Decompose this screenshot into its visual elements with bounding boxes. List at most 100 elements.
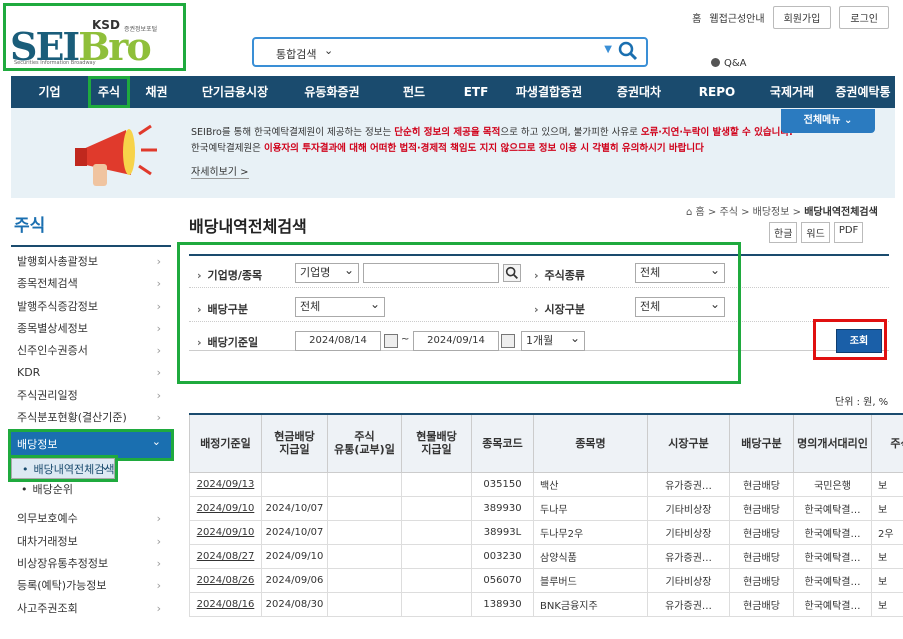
home-icon[interactable]: ⌂ (686, 207, 692, 218)
table-cell[interactable]: 2024/08/26 (189, 567, 262, 593)
sidebar-item[interactable]: 발행주식증감정보 (11, 296, 171, 318)
nav-item-lending[interactable]: 증권대차 (597, 76, 681, 108)
sidebar-menu: 발행회사총괄정보 종목전체검색 발행주식증감정보 종목별상세정보 신주인수권증서… (7, 251, 174, 620)
col-header[interactable]: 현물배당 지급일 (401, 413, 472, 473)
sidebar-item[interactable]: 종목별상세정보 (11, 318, 171, 340)
table-row[interactable]: 2024/09/13 035150 백산 유가증권… 현금배당 국민은행 보 (189, 471, 903, 497)
search-icon[interactable] (618, 41, 638, 61)
table-cell: 035150 (471, 471, 534, 497)
col-header[interactable]: 주식 유통(교부)일 (327, 413, 402, 473)
table-cell: 보 (871, 495, 903, 521)
col-header[interactable]: 시장구분 (647, 413, 730, 473)
table-cell: 003230 (471, 543, 534, 569)
sidebar-item[interactable]: 의무보호예수 (11, 508, 171, 530)
nav-item-derivatives[interactable]: 파생결합증권 (501, 76, 597, 108)
word-export-button[interactable]: 워드 (801, 222, 830, 243)
table-row[interactable]: 2024/08/27 2024/09/10 003230 삼양식품 유가증권… 현금배당 한… (189, 543, 903, 569)
table-cell: 2024/10/07 (261, 519, 328, 545)
table-cell: 38993L (471, 519, 534, 545)
table-cell[interactable]: 2024/09/13 (189, 471, 262, 497)
nav-item-fund[interactable]: 펀드 (377, 76, 451, 108)
all-menu-button[interactable]: 전체메뉴 ⌄ (781, 109, 875, 133)
qna-link[interactable]: Q&A (711, 58, 747, 69)
search-category[interactable]: 통합검색 (276, 46, 316, 62)
table-cell: 현금배당 (729, 471, 794, 497)
sidebar-item[interactable]: 발행회사총괄정보 (11, 251, 171, 273)
home-link[interactable]: 홈 (692, 10, 701, 25)
sidebar-item[interactable]: 종목전체검색 (11, 273, 171, 295)
col-header[interactable]: 현금배당 지급일 (261, 413, 328, 473)
page-title: 배당내역전체검색 (189, 217, 307, 236)
dropdown-arrow-icon[interactable]: ▼ (604, 44, 612, 55)
table-cell[interactable]: 2024/09/10 (189, 495, 262, 521)
sidebar-item[interactable]: 등록(예탁)가능정보 (11, 575, 171, 597)
table-cell: 한국예탁결… (793, 567, 872, 593)
table-cell: 보 (871, 567, 903, 593)
sidebar-subitem-all-search[interactable]: 배당내역전체검색 (7, 455, 119, 483)
table-row[interactable]: 2024/08/26 2024/09/06 056070 블루버드 기타비상장 현금배당 한… (189, 567, 903, 593)
sidebar-item[interactable]: 주식권리일정 (11, 385, 171, 407)
table-cell (327, 567, 402, 593)
search-bar[interactable]: 통합검색 ⌄ ▼ (252, 37, 648, 67)
table-cell: 2024/08/30 (261, 591, 328, 617)
login-button[interactable]: 로그인 (839, 6, 889, 29)
nav-item-securitization[interactable]: 유동화증권 (287, 76, 377, 108)
sidebar-item[interactable]: 비상장유통추정정보 (11, 553, 171, 575)
table-cell: 현금배당 (729, 519, 794, 545)
top-links: 홈 웹접근성안내 회원가입 로그인 (692, 6, 889, 29)
col-header[interactable]: 종목코드 (471, 413, 534, 473)
table-cell[interactable]: 2024/09/10 (189, 519, 262, 545)
sidebar-item[interactable]: 주식분포현황(결산기준) (11, 407, 171, 429)
notice-line-2: 한국예탁결제원은 이용자의 투자결과에 대해 어떠한 법적·경제적 책임도 지지… (191, 143, 704, 154)
pdf-export-button[interactable]: PDF (833, 222, 864, 243)
nav-item-money-market[interactable]: 단기금융시장 (183, 76, 287, 108)
sidebar-subitem-rank[interactable]: 배당순위 (11, 479, 171, 500)
col-header[interactable]: 배정기준일 (189, 413, 262, 473)
table-cell: 2024/09/06 (261, 567, 328, 593)
table-row[interactable]: 2024/09/10 2024/10/07 389930 두나무 기타비상장 현금배당 한국… (189, 495, 903, 521)
nav-item-repo[interactable]: REPO (681, 76, 753, 108)
nav-item-international[interactable]: 국제거래 (753, 76, 831, 108)
notice-more-link[interactable]: 자세히보기 > (191, 163, 249, 179)
col-header[interactable]: 주식 (871, 413, 903, 473)
table-cell (401, 519, 472, 545)
table-cell[interactable]: 2024/08/16 (189, 591, 262, 617)
dividend-table: 배정기준일 현금배당 지급일 주식 유통(교부)일 현물배당 지급일 종목코드 … (189, 413, 903, 617)
accessibility-link[interactable]: 웹접근성안내 (709, 10, 764, 25)
table-cell (401, 543, 472, 569)
table-cell (401, 567, 472, 593)
table-cell (401, 471, 472, 497)
sidebar-item-dividend-info[interactable]: 배당정보 (8, 429, 174, 462)
sidebar-item[interactable]: 사고주권조회 (11, 598, 171, 620)
sidebar-item[interactable]: 신주인수권증서 (11, 340, 171, 362)
nav-item-stock[interactable]: 주식 (88, 76, 130, 108)
table-cell: 보 (871, 471, 903, 497)
query-button[interactable]: 조회 (836, 329, 882, 353)
chevron-down-icon[interactable]: ⌄ (324, 44, 333, 57)
table-cell: 두나무2우 (533, 519, 648, 545)
hangul-export-button[interactable]: 한글 (769, 222, 798, 243)
nav-item-company[interactable]: 기업 (11, 76, 88, 108)
join-button[interactable]: 회원가입 (772, 6, 832, 29)
sidebar-item[interactable]: KDR (11, 362, 171, 384)
table-cell (327, 543, 402, 569)
table-row[interactable]: 2024/08/16 2024/08/30 138930 BNK금융지주 유가증권… 현금… (189, 591, 903, 617)
col-header[interactable]: 종목명 (533, 413, 648, 473)
col-header[interactable]: 배당구분 (729, 413, 794, 473)
table-cell (327, 591, 402, 617)
nav-item-bond[interactable]: 채권 (130, 76, 183, 108)
nav-item-statistics[interactable]: 증권예탁통계 (831, 76, 895, 131)
unit-label: 단위 : 원, % (835, 397, 889, 408)
table-cell: 국민은행 (793, 471, 872, 497)
sidebar-item[interactable]: 대차거래정보 (11, 531, 171, 553)
nav-item-etf[interactable]: ETF (451, 76, 501, 108)
form-highlight (177, 242, 741, 384)
table-cell: 138930 (471, 591, 534, 617)
table-row[interactable]: 2024/09/10 2024/10/07 38993L 두나무2우 기타비상장 현금배당… (189, 519, 903, 545)
col-header[interactable]: 명의개서대리인 (793, 413, 872, 473)
table-cell: 유가증권… (647, 591, 730, 617)
table-cell: 389930 (471, 495, 534, 521)
table-cell[interactable]: 2024/08/27 (189, 543, 262, 569)
table-cell: 백산 (533, 471, 648, 497)
table-cell: 현금배당 (729, 567, 794, 593)
